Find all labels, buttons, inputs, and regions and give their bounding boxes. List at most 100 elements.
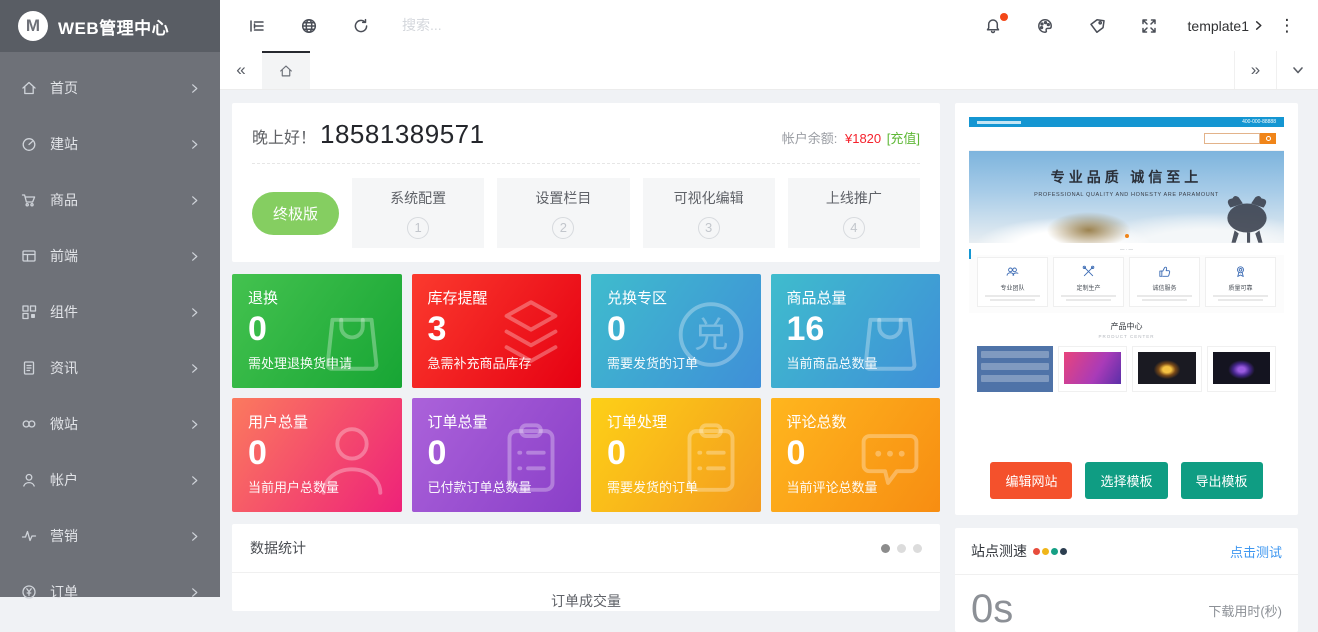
template-preview[interactable]: 400-000-88888 专业品质 诚信至上 PROFESSIONAL QUA… [969, 117, 1284, 447]
stat-card-order-processing[interactable]: 订单处理 0 需要发货的订单 [591, 398, 761, 512]
welcome-card: 晚上好！ 18581389571 帐户余额: ¥1820 [充值] 终极版 系统… [232, 103, 940, 262]
preview-section-tag: — · — [969, 243, 1284, 255]
speed-dot [1033, 548, 1040, 555]
carousel-dot[interactable] [881, 544, 890, 553]
export-template-button[interactable]: 导出模板 [1181, 462, 1263, 499]
preview-search-button [1260, 133, 1276, 144]
notification-bell-icon[interactable] [974, 7, 1012, 45]
sidebar-item-label: 资讯 [50, 358, 78, 378]
preview-hero-title: 专业品质 诚信至上 [969, 167, 1284, 187]
step-label: 上线推广 [826, 188, 882, 208]
globe-icon[interactable] [290, 7, 328, 45]
main-content: 晚上好！ 18581389571 帐户余额: ¥1820 [充值] 终极版 系统… [220, 90, 1318, 597]
account-balance: 帐户余额: ¥1820 [充值] [782, 128, 920, 147]
comment-bubble-icon [846, 415, 934, 503]
step-number: 3 [698, 217, 720, 239]
step-system-config[interactable]: 系统配置 1 [352, 178, 484, 248]
clipboard-icon [487, 415, 575, 503]
chevron-right-icon [1253, 20, 1264, 31]
tag-icon[interactable] [1078, 7, 1116, 45]
sidebar-item-home[interactable]: 首页 [0, 60, 220, 116]
account-number: 18581389571 [320, 119, 485, 150]
sidebar-item-label: 组件 [50, 302, 78, 322]
pulse-icon [20, 527, 38, 545]
sidebar-item-label: 营销 [50, 526, 78, 546]
sidebar-item-marketing[interactable]: 营销 [0, 508, 220, 564]
chevron-right-icon [189, 531, 200, 542]
dashed-divider [252, 163, 920, 164]
stat-card-returns[interactable]: 退换 0 需处理退换货申请 [232, 274, 402, 388]
sidebar-item-sitebuilder[interactable]: 建站 [0, 116, 220, 172]
edit-site-button[interactable]: 编辑网站 [990, 462, 1072, 499]
carousel-dot[interactable] [913, 544, 922, 553]
tabs-scroll-left-button[interactable]: « [220, 51, 262, 89]
sidebar-item-components[interactable]: 组件 [0, 284, 220, 340]
stat-card-total-comments[interactable]: 评论总数 0 当前评论总数量 [771, 398, 941, 512]
refresh-icon[interactable] [342, 7, 380, 45]
stat-card-exchange[interactable]: 兑换专区 0 需要发货的订单 兑 [591, 274, 761, 388]
tabs-scroll-right-button[interactable]: » [1234, 51, 1276, 89]
feature-label: 定制生产 [1057, 283, 1120, 292]
stat-card-total-users[interactable]: 用户总量 0 当前用户总数量 [232, 398, 402, 512]
preview-product-thumb [1132, 346, 1202, 392]
feature-label: 质量可靠 [1209, 283, 1272, 292]
step-label: 可视化编辑 [674, 188, 744, 208]
text-placeholder [1066, 299, 1111, 301]
run-speed-test-link[interactable]: 点击测试 [1230, 542, 1282, 561]
preview-navbar [969, 127, 1284, 151]
speed-test-card: 站点测速 点击测试 0s 下载用时(秒) [955, 528, 1298, 632]
exchange-circle-icon: 兑 [667, 291, 755, 379]
sidebar-item-label: 首页 [50, 78, 78, 98]
step-set-columns[interactable]: 设置栏目 2 [497, 178, 629, 248]
fullscreen-icon[interactable] [1130, 7, 1168, 45]
more-options-icon[interactable]: ⋮ [1274, 16, 1300, 36]
sidebar-item-products[interactable]: 商品 [0, 172, 220, 228]
step-go-live[interactable]: 上线推广 4 [788, 178, 920, 248]
sidebar-item-microsite[interactable]: 微站 [0, 396, 220, 452]
carousel-dot[interactable] [897, 544, 906, 553]
data-statistics-title: 数据统计 [250, 538, 306, 558]
sidebar-item-account[interactable]: 帐户 [0, 452, 220, 508]
sidebar: M WEB管理中心 首页 建站 商品 前端 组件 [0, 0, 220, 597]
preview-products-title: 产品中心 [969, 321, 1284, 332]
home-icon [278, 63, 294, 79]
chart-title: 订单成交量 [232, 573, 940, 611]
template-name: template1 [1188, 18, 1249, 34]
link-icon [20, 415, 38, 433]
tab-home[interactable] [262, 51, 310, 89]
sidebar-item-label: 商品 [50, 190, 78, 210]
app-logo: M WEB管理中心 [0, 0, 220, 52]
stat-card-total-products[interactable]: 商品总量 16 当前商品总数量 [771, 274, 941, 388]
greeting-text: 晚上好！ [252, 124, 316, 148]
speed-test-value: 0s [971, 587, 1013, 632]
speed-dot [1051, 548, 1058, 555]
sidebar-item-news[interactable]: 资讯 [0, 340, 220, 396]
left-column: 晚上好！ 18581389571 帐户余额: ¥1820 [充值] 终极版 系统… [232, 103, 940, 597]
svg-text:兑: 兑 [693, 316, 728, 355]
version-badge[interactable]: 终极版 [252, 192, 339, 235]
preview-feature-team: 专业团队 [977, 257, 1048, 307]
app-title: WEB管理中心 [58, 14, 169, 39]
choose-template-button[interactable]: 选择模板 [1085, 462, 1167, 499]
search-input[interactable] [402, 17, 622, 33]
template-switcher[interactable]: template1 [1188, 18, 1264, 34]
layout-icon [20, 247, 38, 265]
preview-search [1204, 133, 1276, 144]
sidebar-item-frontend[interactable]: 前端 [0, 228, 220, 284]
step-visual-edit[interactable]: 可视化编辑 3 [643, 178, 775, 248]
stat-cards-grid: 退换 0 需处理退换货申请 库存提醒 3 急需补充商品库存 兑换专区 0 需要发… [232, 274, 940, 512]
preview-carousel-dot [1125, 234, 1129, 238]
sidebar-item-label: 建站 [50, 134, 78, 154]
stat-card-stock-alert[interactable]: 库存提醒 3 急需补充商品库存 [412, 274, 582, 388]
document-icon [20, 359, 38, 377]
recharge-link[interactable]: [充值] [887, 131, 920, 146]
cart-icon [20, 191, 38, 209]
menu-fold-icon[interactable] [238, 7, 276, 45]
tab-spacer [310, 51, 1234, 89]
stat-card-total-orders[interactable]: 订单总量 0 已付款订单总数量 [412, 398, 582, 512]
tabs-menu-button[interactable] [1276, 51, 1318, 89]
magnifier-icon [1266, 136, 1271, 141]
sidebar-item-orders[interactable]: 订单 [0, 564, 220, 620]
theme-palette-icon[interactable] [1026, 7, 1064, 45]
shopping-bag-icon [846, 291, 934, 379]
